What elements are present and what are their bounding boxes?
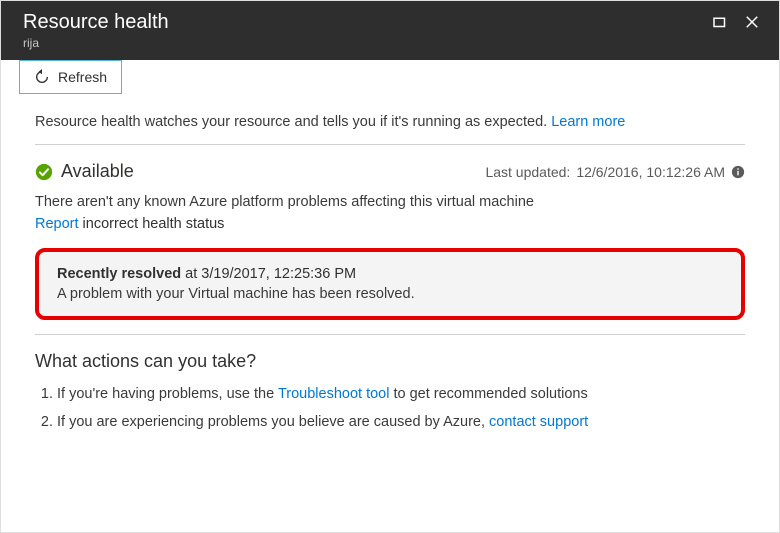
recently-resolved-panel: Recently resolved at 3/19/2017, 12:25:36… <box>35 248 745 320</box>
resource-name: rija <box>23 36 169 50</box>
refresh-label: Refresh <box>58 69 107 85</box>
info-icon[interactable] <box>731 165 745 179</box>
restore-window-icon[interactable] <box>711 13 729 31</box>
header-titles: Resource health rija <box>23 11 169 50</box>
report-text: incorrect health status <box>79 216 225 232</box>
action-post: to get recommended solutions <box>389 386 587 402</box>
last-updated: Last updated: 12/6/2016, 10:12:26 AM <box>485 164 745 180</box>
learn-more-link[interactable]: Learn more <box>551 114 625 130</box>
refresh-icon <box>34 69 50 85</box>
report-link[interactable]: Report <box>35 216 79 232</box>
intro-body: Resource health watches your resource an… <box>35 114 551 130</box>
resolved-message: A problem with your Virtual machine has … <box>57 286 723 302</box>
header-actions <box>711 13 761 31</box>
refresh-button[interactable]: Refresh <box>19 60 122 94</box>
list-item: If you are experiencing problems you bel… <box>57 414 745 430</box>
last-updated-prefix: Last updated: <box>485 164 570 180</box>
problem-description: There aren't any known Azure platform pr… <box>35 194 745 210</box>
troubleshoot-tool-link[interactable]: Troubleshoot tool <box>278 386 390 402</box>
resolved-timestamp: 3/19/2017, 12:25:36 PM <box>201 266 356 282</box>
divider <box>35 144 745 145</box>
status-left: Available <box>35 161 134 182</box>
page-title: Resource health <box>23 11 169 34</box>
intro-text: Resource health watches your resource an… <box>35 114 745 130</box>
blade-header: Resource health rija <box>1 1 779 60</box>
divider <box>35 334 745 335</box>
actions-heading: What actions can you take? <box>35 351 745 372</box>
list-item: If you're having problems, use the Troub… <box>57 386 745 402</box>
toolbar: Refresh <box>1 60 779 94</box>
status-label: Available <box>61 161 134 182</box>
close-icon[interactable] <box>743 13 761 31</box>
action-pre: If you're having problems, use the <box>57 386 278 402</box>
status-row: Available Last updated: 12/6/2016, 10:12… <box>35 161 745 182</box>
check-circle-icon <box>35 163 53 181</box>
actions-list: If you're having problems, use the Troub… <box>35 386 745 430</box>
last-updated-value: 12/6/2016, 10:12:26 AM <box>576 164 725 180</box>
action-pre: If you are experiencing problems you bel… <box>57 414 489 430</box>
resolved-title: Recently resolved at 3/19/2017, 12:25:36… <box>57 266 723 282</box>
report-line: Report incorrect health status <box>35 216 745 232</box>
content-area: Resource health watches your resource an… <box>1 94 779 462</box>
resolved-at-prefix: at <box>181 266 201 282</box>
contact-support-link[interactable]: contact support <box>489 414 588 430</box>
resolved-label: Recently resolved <box>57 266 181 282</box>
